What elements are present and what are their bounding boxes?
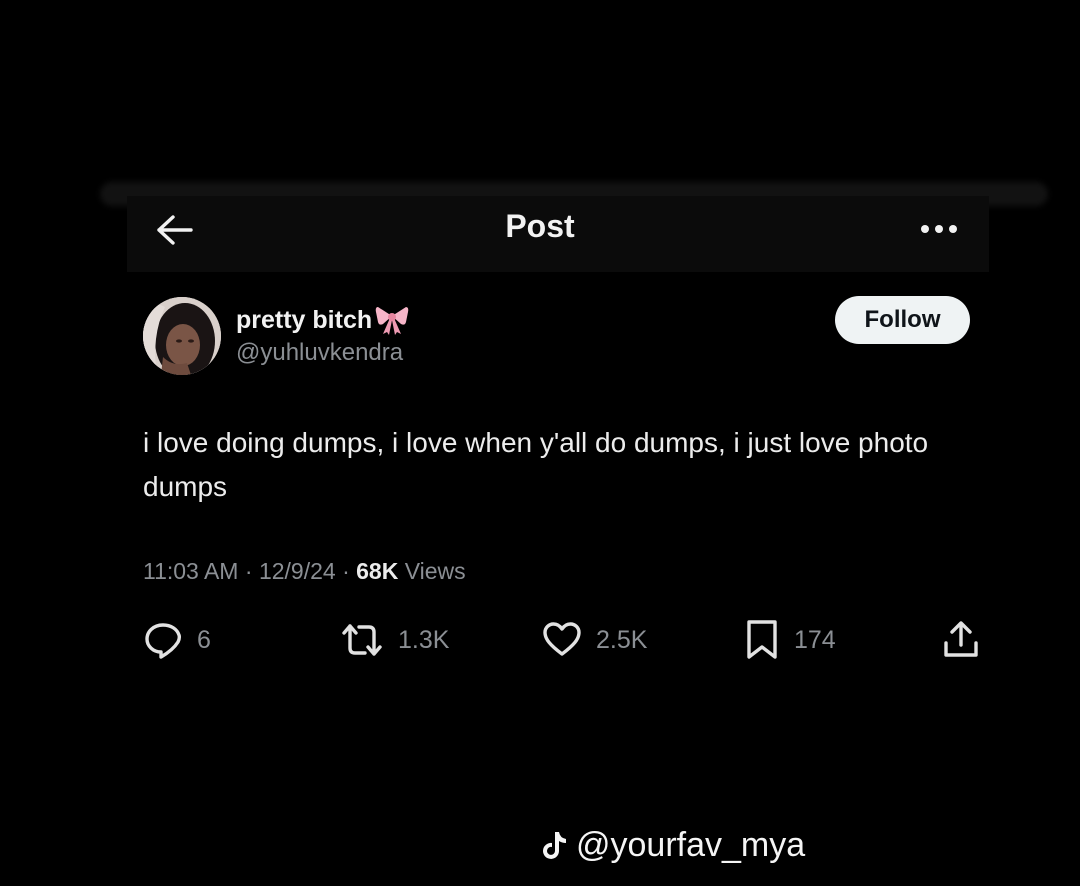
tweet-text: i love doing dumps, i love when y'all do… [143,427,929,502]
tweet-time: 11:03 AM [143,558,239,584]
bookmark-count: 174 [794,625,836,654]
more-options-button[interactable] [912,214,966,244]
heart-icon [543,622,581,656]
bookmark-icon [747,620,777,659]
share-button[interactable] [941,617,981,663]
reply-button[interactable]: 6 [143,617,211,663]
more-icon [921,225,957,233]
share-icon [944,621,978,657]
profile-photo [143,297,221,375]
avatar[interactable] [143,297,221,375]
display-name-text: pretty bitch [236,305,373,334]
follow-button[interactable]: Follow [835,296,970,344]
views-label[interactable]: Views [405,558,466,584]
reply-icon [145,623,182,659]
tweet-meta: 11:03 AM · 12/9/24 · 68K Views [143,558,466,585]
author-display-name[interactable]: pretty bitch [236,304,410,336]
tweet-date: 12/9/24 [258,558,336,584]
watermark-handle: @yourfav_mya [576,826,806,864]
like-count: 2.5K [596,625,648,654]
tiktok-icon [543,831,566,859]
meta-separator: · [342,558,357,584]
repost-count: 1.3K [398,625,450,654]
views-count: 68K [356,558,399,584]
ribbon-icon [375,307,409,335]
bookmark-button[interactable]: 174 [744,617,836,663]
author-handle[interactable]: @yuhluvkendra [236,339,403,367]
tiktok-watermark: @yourfav_mya [540,826,805,865]
repost-icon [342,624,382,656]
like-button[interactable]: 2.5K [542,617,647,663]
reply-count: 6 [197,625,211,654]
meta-separator: · [244,558,259,584]
repost-button[interactable]: 1.3K [340,617,449,663]
